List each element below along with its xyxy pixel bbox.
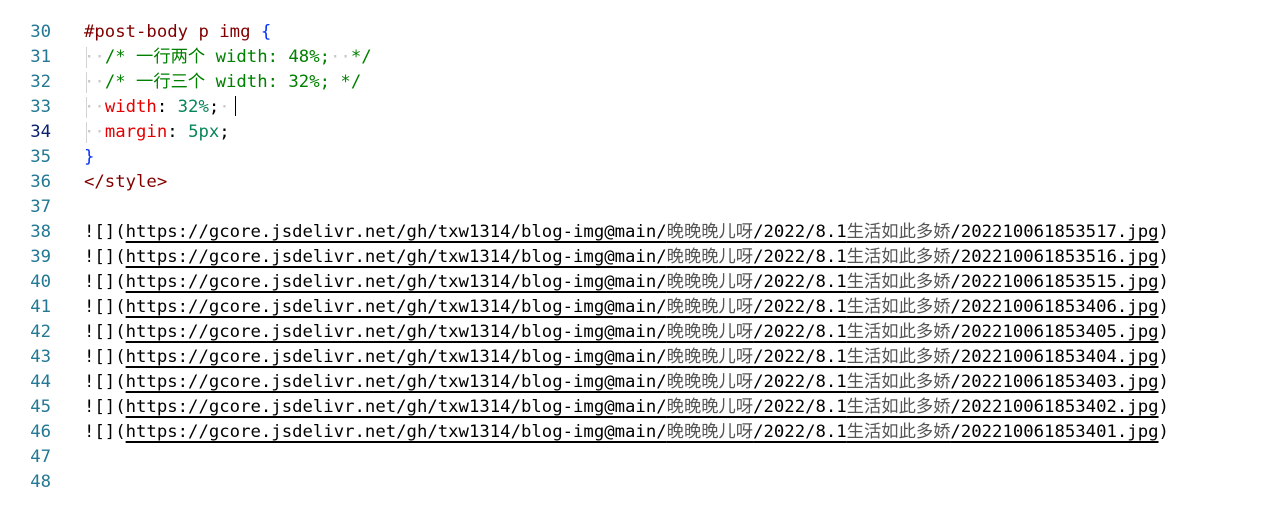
code-line-43[interactable]: 43 ![](https://gcore.jsdelivr.net/gh/txw… (0, 320, 1277, 367)
markdown-image-link[interactable]: https://gcore.jsdelivr.net/gh/txw1314/bl… (126, 372, 1159, 392)
line-content: #post-body p img { (84, 20, 271, 45)
text-cursor (234, 96, 236, 116)
markdown-image-link[interactable]: https://gcore.jsdelivr.net/gh/txw1314/bl… (126, 222, 1159, 242)
line-content: ![](https://gcore.jsdelivr.net/gh/txw131… (84, 272, 1169, 292)
markdown-image-link[interactable]: https://gcore.jsdelivr.net/gh/txw1314/bl… (126, 297, 1159, 317)
code-line-48[interactable]: 48 (0, 445, 1277, 492)
code-line-37[interactable]: 37 </style> (0, 170, 1277, 217)
code-line-30[interactable]: 30 (0, 0, 1277, 42)
markdown-image-link[interactable]: https://gcore.jsdelivr.net/gh/txw1314/bl… (126, 422, 1159, 442)
line-number: 48 (30, 472, 51, 492)
line-content: ![](https://gcore.jsdelivr.net/gh/txw131… (84, 397, 1169, 417)
code-line-34[interactable]: 34 ··width: 32%;· (0, 95, 1277, 142)
code-line-36[interactable]: 36 } (0, 145, 1277, 192)
code-line-42[interactable]: 42 ![](https://gcore.jsdelivr.net/gh/txw… (0, 295, 1277, 342)
css-value: 5px (188, 122, 220, 142)
line-content: ![](https://gcore.jsdelivr.net/gh/txw131… (84, 372, 1169, 392)
whitespace-marker: ·· (84, 97, 105, 117)
css-property: width (104, 97, 157, 117)
code-line-44[interactable]: 44 ![](https://gcore.jsdelivr.net/gh/txw… (0, 345, 1277, 392)
line-content: ··/* 一行两个 width: 48%;··*/ (84, 45, 372, 70)
code-line-38[interactable]: 38 (0, 195, 1277, 242)
line-content: </style> (84, 170, 167, 195)
close-brace: } (84, 147, 95, 167)
line-content: ![](https://gcore.jsdelivr.net/gh/txw131… (84, 247, 1169, 267)
code-line-40[interactable]: 40 ![](https://gcore.jsdelivr.net/gh/txw… (0, 245, 1277, 292)
code-line-32[interactable]: 32 ··/* 一行两个 width: 48%;··*/ (0, 45, 1277, 92)
css-comment: /* 一行三个 width: 32%; */ (104, 72, 362, 92)
line-content: ![](https://gcore.jsdelivr.net/gh/txw131… (84, 222, 1169, 242)
code-editor[interactable]: 30 31 #post-body p img { 32 ··/* 一行两个 wi… (0, 0, 1277, 492)
html-tag: </style> (84, 172, 168, 192)
code-line-33[interactable]: 33 ··/* 一行三个 width: 32%; */ (0, 70, 1277, 117)
markdown-image-link[interactable]: https://gcore.jsdelivr.net/gh/txw1314/bl… (126, 397, 1159, 417)
open-brace: { (260, 22, 272, 42)
line-content: ![](https://gcore.jsdelivr.net/gh/txw131… (84, 422, 1169, 442)
markdown-image-link[interactable]: https://gcore.jsdelivr.net/gh/txw1314/bl… (126, 272, 1159, 292)
css-selector: #post-body p img (84, 22, 261, 42)
line-content: ![](https://gcore.jsdelivr.net/gh/txw131… (84, 322, 1169, 342)
line-content: ![](https://gcore.jsdelivr.net/gh/txw131… (84, 297, 1169, 317)
markdown-image-link[interactable]: https://gcore.jsdelivr.net/gh/txw1314/bl… (126, 347, 1159, 367)
line-content: } (84, 145, 94, 170)
line-content: ··width: 32%;· (84, 95, 236, 120)
line-content: ··/* 一行三个 width: 32%; */ (84, 70, 361, 95)
code-line-31[interactable]: 31 #post-body p img { (0, 20, 1277, 67)
markdown-image-link[interactable]: https://gcore.jsdelivr.net/gh/txw1314/bl… (126, 247, 1159, 267)
css-comment: /* 一行两个 width: 48%;··*/ (104, 47, 372, 67)
line-content: ![](https://gcore.jsdelivr.net/gh/txw131… (84, 347, 1169, 367)
css-value: 32% (177, 97, 209, 117)
code-line-39[interactable]: 39 ![](https://gcore.jsdelivr.net/gh/txw… (0, 220, 1277, 267)
code-line-45[interactable]: 45 ![](https://gcore.jsdelivr.net/gh/txw… (0, 370, 1277, 417)
line-content: ··margin: 5px; (84, 122, 230, 142)
whitespace-marker: ·· (84, 72, 105, 92)
code-line-46[interactable]: 46 ![](https://gcore.jsdelivr.net/gh/txw… (0, 395, 1277, 442)
whitespace-marker: ·· (84, 47, 105, 67)
whitespace-marker: ·· (84, 122, 105, 142)
code-line-41[interactable]: 41 ![](https://gcore.jsdelivr.net/gh/txw… (0, 270, 1277, 317)
css-property: margin (104, 122, 168, 142)
code-line-47[interactable]: 47 ![](https://gcore.jsdelivr.net/gh/txw… (0, 420, 1277, 467)
code-line-35[interactable]: 35 ··margin: 5px; (0, 120, 1277, 167)
markdown-image-link[interactable]: https://gcore.jsdelivr.net/gh/txw1314/bl… (126, 322, 1159, 342)
